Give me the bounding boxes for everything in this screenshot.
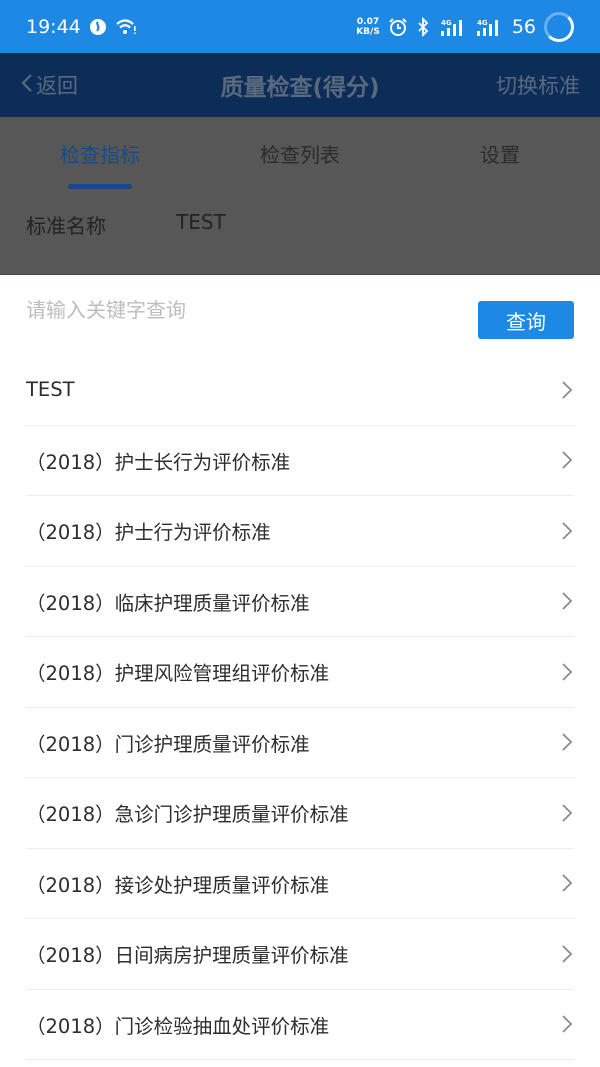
chevron-right-icon bbox=[560, 872, 574, 894]
navbar: 返回 质量检查(得分) 切换标准 bbox=[0, 53, 600, 117]
back-button[interactable]: 返回 bbox=[20, 70, 78, 100]
standard-list: TEST （2018）护士长行为评价标准 （2018）护士行为评价标准 （201… bbox=[0, 355, 600, 1060]
clock: 19:44 bbox=[26, 15, 81, 38]
list-item[interactable]: （2018）接诊处护理质量评价标准 bbox=[26, 849, 574, 919]
list-item[interactable]: （2018）护理风险管理组评价标准 bbox=[26, 637, 574, 708]
battery-level: 56 bbox=[511, 15, 536, 38]
signal-sim1-icon: 4G bbox=[440, 17, 468, 37]
battery-ring-icon bbox=[544, 11, 574, 42]
list-item[interactable]: （2018）门诊护理质量评价标准 bbox=[26, 708, 574, 778]
chevron-right-icon bbox=[560, 520, 574, 542]
chevron-right-icon bbox=[560, 449, 574, 471]
tab-bar: 检查指标 检查列表 设置 bbox=[0, 117, 600, 191]
search-button[interactable]: 查询 bbox=[478, 301, 574, 339]
svg-text:4G: 4G bbox=[441, 19, 452, 27]
chevron-right-icon bbox=[560, 590, 574, 612]
chevron-right-icon bbox=[560, 802, 574, 824]
alarm-icon bbox=[388, 17, 408, 37]
chevron-right-icon bbox=[560, 731, 574, 753]
background-page-dimmed[interactable]: 返回 质量检查(得分) 切换标准 检查指标 检查列表 设置 标准名称 TEST bbox=[0, 53, 600, 275]
chevron-left-icon bbox=[20, 72, 34, 99]
list-item[interactable]: （2018）门诊检验抽血处评价标准 bbox=[26, 990, 574, 1060]
status-bar: 19:44 0.07 KB/S 4G 4G 56 bbox=[0, 0, 600, 53]
standard-name-value: TEST bbox=[176, 210, 226, 234]
list-item[interactable]: （2018）急诊门诊护理质量评价标准 bbox=[26, 778, 574, 849]
bluetooth-icon bbox=[416, 16, 432, 37]
active-tab-indicator bbox=[68, 184, 132, 189]
list-item[interactable]: （2018）日间病房护理质量评价标准 bbox=[26, 919, 574, 990]
tab-check-list[interactable]: 检查列表 bbox=[200, 117, 400, 191]
tab-settings[interactable]: 设置 bbox=[400, 117, 600, 191]
standard-name-label: 标准名称 bbox=[26, 214, 106, 238]
list-item[interactable]: TEST bbox=[26, 355, 574, 426]
svg-text:4G: 4G bbox=[477, 19, 488, 27]
chevron-right-icon bbox=[560, 1013, 574, 1035]
list-item[interactable]: （2018）临床护理质量评价标准 bbox=[26, 567, 574, 637]
list-item[interactable]: （2018）护士行为评价标准 bbox=[26, 496, 574, 567]
standard-picker-sheet: 查询 TEST （2018）护士长行为评价标准 （2018）护士行为评价标准 （… bbox=[0, 275, 600, 1067]
search-bar: 查询 bbox=[0, 275, 600, 355]
chevron-right-icon bbox=[560, 943, 574, 965]
chevron-right-icon bbox=[560, 661, 574, 683]
keyword-search-input[interactable] bbox=[26, 298, 478, 322]
back-label: 返回 bbox=[36, 74, 78, 98]
app-notification-icon bbox=[89, 18, 107, 36]
wifi-icon bbox=[115, 18, 137, 36]
switch-standard-button[interactable]: 切换标准 bbox=[496, 70, 580, 100]
standard-name-row: 标准名称 TEST bbox=[0, 191, 600, 258]
chevron-right-icon bbox=[560, 379, 574, 401]
tab-check-indicators[interactable]: 检查指标 bbox=[0, 117, 200, 191]
signal-sim2-icon: 4G bbox=[476, 17, 504, 37]
network-speed: 0.07 KB/S bbox=[356, 16, 380, 37]
list-item[interactable]: （2018）护士长行为评价标准 bbox=[26, 426, 574, 496]
